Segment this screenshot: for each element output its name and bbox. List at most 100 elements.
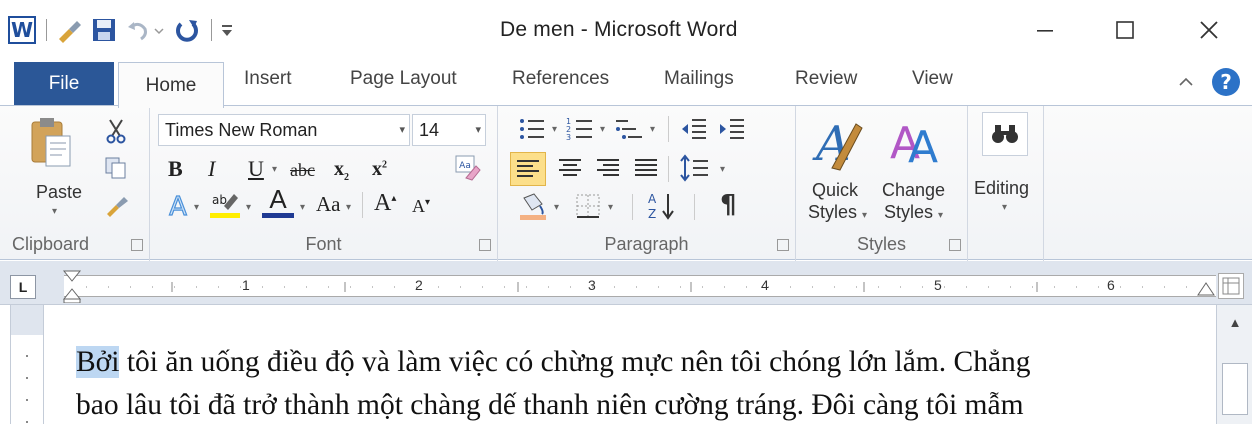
word-app-icon[interactable]: W: [8, 15, 36, 45]
bullets-icon[interactable]: [518, 116, 548, 147]
align-left-button[interactable]: [510, 152, 546, 186]
scroll-up-arrow-icon[interactable]: ▲: [1217, 311, 1252, 333]
customize-qat-chevron-icon[interactable]: [220, 15, 234, 45]
clear-formatting-icon[interactable]: Aa: [452, 152, 482, 187]
decrease-indent-icon[interactable]: [680, 116, 708, 147]
text-effects-icon[interactable]: A: [164, 190, 192, 225]
maximize-button[interactable]: [1100, 8, 1150, 52]
subscript-button[interactable]: x2: [334, 158, 349, 183]
format-painter-icon[interactable]: [104, 192, 130, 223]
grow-font-button[interactable]: A▴: [374, 190, 396, 217]
ruler-number: 5: [934, 277, 942, 293]
selected-text[interactable]: Bởi: [76, 346, 120, 378]
styles-group: A Quick Styles ▾ AA Change Styles ▾ Styl…: [796, 106, 968, 261]
underline-button[interactable]: U: [248, 156, 264, 182]
font-launcher-icon[interactable]: [479, 239, 491, 251]
tab-insert[interactable]: Insert: [244, 68, 292, 100]
window-title: De men - Microsoft Word: [500, 18, 738, 41]
quick-styles-label-1[interactable]: Quick: [812, 180, 858, 201]
shading-dropdown-icon[interactable]: ▾: [554, 202, 559, 213]
shrink-font-button[interactable]: A▾: [412, 196, 430, 217]
vertical-ruler[interactable]: [10, 305, 44, 424]
styles-group-label: Styles: [856, 234, 907, 254]
editing-dropdown-icon[interactable]: ▾: [1002, 202, 1007, 213]
vertical-ruler-ticks: [26, 355, 28, 423]
align-center-icon[interactable]: [556, 156, 584, 187]
copy-icon[interactable]: [104, 156, 128, 185]
format-painter-qat-icon[interactable]: [55, 15, 83, 45]
cut-icon[interactable]: [104, 118, 128, 149]
paste-button[interactable]: Paste: [36, 182, 82, 203]
font-size-combo[interactable]: 14 ▾: [412, 114, 486, 146]
tab-references[interactable]: References: [512, 68, 609, 100]
undo-icon[interactable]: [125, 15, 165, 45]
tab-home[interactable]: Home: [118, 62, 224, 108]
show-formatting-button[interactable]: ¶: [720, 190, 737, 220]
clipboard-launcher-icon[interactable]: [131, 239, 143, 251]
paste-dropdown-icon[interactable]: ▾: [52, 206, 57, 217]
change-case-dropdown-icon[interactable]: ▾: [346, 202, 351, 213]
increase-indent-icon[interactable]: [718, 116, 746, 147]
text-effects-dropdown-icon[interactable]: ▾: [194, 202, 199, 213]
vertical-scrollbar[interactable]: ▲: [1216, 305, 1252, 424]
multilevel-list-icon[interactable]: [614, 116, 646, 147]
document-page[interactable]: Bởi tôi ăn uống điều độ và làm việc có c…: [44, 305, 1216, 424]
font-name-combo[interactable]: Times New Roman ▾: [158, 114, 410, 146]
font-name-dropdown-icon[interactable]: ▾: [399, 123, 405, 136]
font-group: Times New Roman ▾ 14 ▾ B I U ▾ abc x2 x2…: [150, 106, 498, 261]
minimize-ribbon-icon[interactable]: [1176, 72, 1196, 97]
justify-icon[interactable]: [632, 156, 660, 187]
right-indent-marker-icon[interactable]: [1196, 275, 1218, 304]
tab-page-layout[interactable]: Page Layout: [350, 68, 457, 100]
highlight-dropdown-icon[interactable]: ▾: [246, 202, 251, 213]
redo-icon[interactable]: [173, 15, 201, 45]
change-case-button[interactable]: Aa: [316, 192, 341, 217]
paragraph-launcher-icon[interactable]: [777, 239, 789, 251]
view-ruler-icon[interactable]: [1218, 273, 1244, 299]
superscript-button[interactable]: x2: [372, 158, 387, 181]
styles-launcher-icon[interactable]: [949, 239, 961, 251]
bullets-dropdown-icon[interactable]: ▾: [552, 124, 557, 135]
quick-styles-button[interactable]: Styles ▾: [808, 202, 867, 223]
borders-dropdown-icon[interactable]: ▾: [608, 202, 613, 213]
close-button[interactable]: [1184, 8, 1234, 52]
tab-review[interactable]: Review: [795, 68, 857, 100]
line-spacing-dropdown-icon[interactable]: ▾: [720, 164, 725, 175]
highlight-color-icon[interactable]: ab: [208, 188, 242, 225]
italic-button[interactable]: I: [208, 156, 215, 182]
tab-selector-button[interactable]: L: [10, 275, 36, 299]
line-spacing-icon[interactable]: [680, 154, 714, 187]
numbering-icon[interactable]: 123: [566, 116, 596, 147]
align-right-icon[interactable]: [594, 156, 622, 187]
document-body[interactable]: Bởi tôi ăn uống điều độ và làm việc có c…: [76, 341, 1206, 424]
shading-icon[interactable]: [518, 192, 548, 227]
underline-dropdown-icon[interactable]: ▾: [272, 164, 277, 175]
change-styles-label-1[interactable]: Change: [882, 180, 945, 201]
paste-icon[interactable]: [30, 116, 72, 179]
first-line-indent-marker-icon[interactable]: [62, 269, 84, 308]
tab-mailings[interactable]: Mailings: [664, 68, 734, 100]
sort-icon[interactable]: AZ: [646, 190, 676, 227]
numbering-dropdown-icon[interactable]: ▾: [600, 124, 605, 135]
tab-view[interactable]: View: [912, 68, 953, 100]
borders-icon[interactable]: [574, 192, 604, 225]
tab-file[interactable]: File: [14, 62, 114, 106]
horizontal-ruler[interactable]: 1 2 3 4 5 6: [64, 275, 1216, 297]
editing-button[interactable]: Editing: [974, 178, 1029, 199]
quick-styles-icon[interactable]: A: [812, 112, 864, 177]
multilevel-dropdown-icon[interactable]: ▾: [650, 124, 655, 135]
title-bar: W De men - Microsoft Word: [0, 0, 1252, 58]
bold-button[interactable]: B: [168, 156, 183, 182]
save-icon[interactable]: [91, 15, 117, 45]
font-color-dropdown-icon[interactable]: ▾: [300, 202, 305, 213]
font-size-dropdown-icon[interactable]: ▾: [475, 123, 481, 136]
minimize-button[interactable]: [1020, 8, 1070, 52]
help-icon[interactable]: ?: [1210, 66, 1242, 103]
change-styles-icon[interactable]: AA: [888, 112, 948, 177]
scroll-thumb[interactable]: [1222, 363, 1248, 415]
change-styles-button[interactable]: Styles ▾: [884, 202, 943, 223]
font-color-button[interactable]: A: [262, 186, 294, 218]
strikethrough-button[interactable]: abc: [290, 160, 315, 181]
paragraph-separator: [668, 156, 669, 182]
binoculars-icon[interactable]: [982, 112, 1028, 156]
